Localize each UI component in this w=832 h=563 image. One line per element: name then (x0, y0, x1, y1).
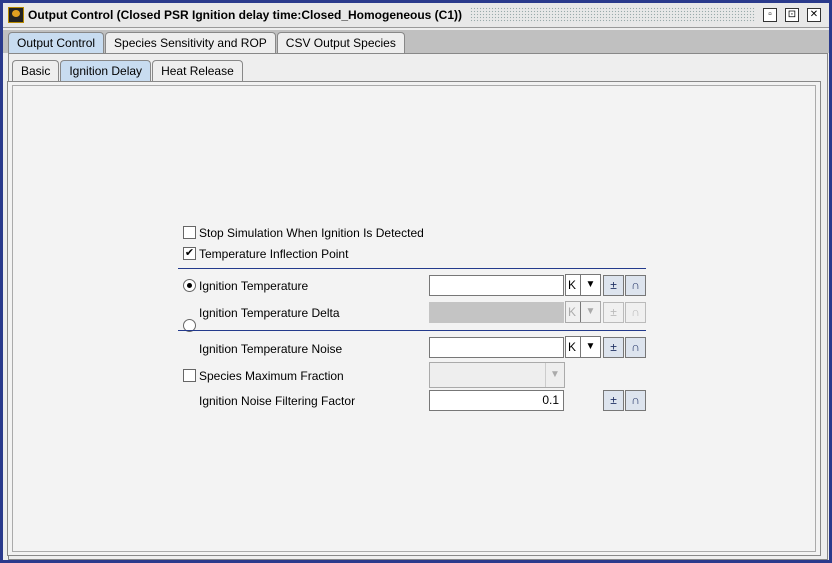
ignition-temperature-radio[interactable] (183, 279, 196, 292)
tab-csv-output-species[interactable]: CSV Output Species (276, 32, 405, 53)
unit-value: K (566, 275, 581, 295)
chevron-down-icon: ▼ (550, 369, 560, 380)
chevron-down-icon: ▼ (585, 279, 596, 290)
ignition-temperature-unit-select[interactable]: K ▼ (565, 274, 601, 296)
ignition-temperature-noise-unit-select[interactable]: K ▼ (565, 336, 601, 358)
ignition-delay-panel (7, 81, 821, 556)
subtab-ignition-delay[interactable]: Ignition Delay (60, 60, 152, 81)
noise-filtering-factor-input[interactable]: 0.1 (429, 390, 564, 411)
profile-curve-icon[interactable]: ∩ (625, 390, 646, 411)
stop-simulation-checkbox[interactable] (183, 226, 196, 239)
ignition-temperature-delta-input (429, 302, 564, 323)
unit-value: K (566, 302, 581, 322)
subtab-basic[interactable]: Basic (12, 60, 60, 81)
temperature-inflection-checkbox[interactable]: ✔ (183, 247, 196, 260)
title-bar: Output Control (Closed PSR Ignition dela… (3, 3, 829, 28)
ignition-temperature-delta-label: Ignition Temperature Delta (199, 306, 340, 320)
noise-filtering-factor-label: Ignition Noise Filtering Factor (199, 394, 356, 408)
tab-species-sensitivity[interactable]: Species Sensitivity and ROP (105, 32, 276, 53)
unit-value: K (566, 337, 581, 357)
stop-simulation-label: Stop Simulation When Ignition Is Detecte… (199, 226, 424, 240)
species-maximum-fraction-checkbox[interactable] (183, 369, 196, 382)
plus-minus-icon: ± (603, 302, 624, 323)
close-icon[interactable]: ✕ (807, 8, 821, 22)
separator (178, 268, 646, 269)
profile-curve-icon[interactable]: ∩ (625, 337, 646, 358)
species-select: ▼ (429, 362, 565, 388)
tab-output-control[interactable]: Output Control (8, 32, 105, 53)
chevron-down-icon: ▼ (585, 341, 596, 352)
separator (178, 330, 646, 331)
maximize-icon[interactable]: ⊡ (785, 8, 799, 22)
species-value (430, 363, 546, 387)
plus-minus-icon[interactable]: ± (603, 275, 624, 296)
title-drag-area[interactable] (470, 7, 755, 23)
plus-minus-icon[interactable]: ± (603, 390, 624, 411)
app-logo-icon (8, 7, 24, 23)
chevron-down-icon: ▼ (585, 306, 596, 317)
ignition-temperature-delta-unit-select: K ▼ (565, 301, 601, 323)
ignition-temperature-noise-label: Ignition Temperature Noise (199, 342, 343, 356)
species-maximum-fraction-label: Species Maximum Fraction (199, 369, 344, 383)
window-title: Output Control (Closed PSR Ignition dela… (28, 8, 463, 22)
ignition-temperature-noise-input[interactable] (429, 337, 564, 358)
plus-minus-icon[interactable]: ± (603, 337, 624, 358)
ignition-temperature-input[interactable] (429, 275, 564, 296)
ignition-temperature-label: Ignition Temperature (199, 279, 309, 293)
minimize-icon[interactable]: ▫ (763, 8, 777, 22)
profile-curve-icon[interactable]: ∩ (625, 275, 646, 296)
temperature-inflection-label: Temperature Inflection Point (199, 247, 349, 261)
subtab-heat-release[interactable]: Heat Release (152, 60, 243, 81)
profile-curve-icon: ∩ (625, 302, 646, 323)
